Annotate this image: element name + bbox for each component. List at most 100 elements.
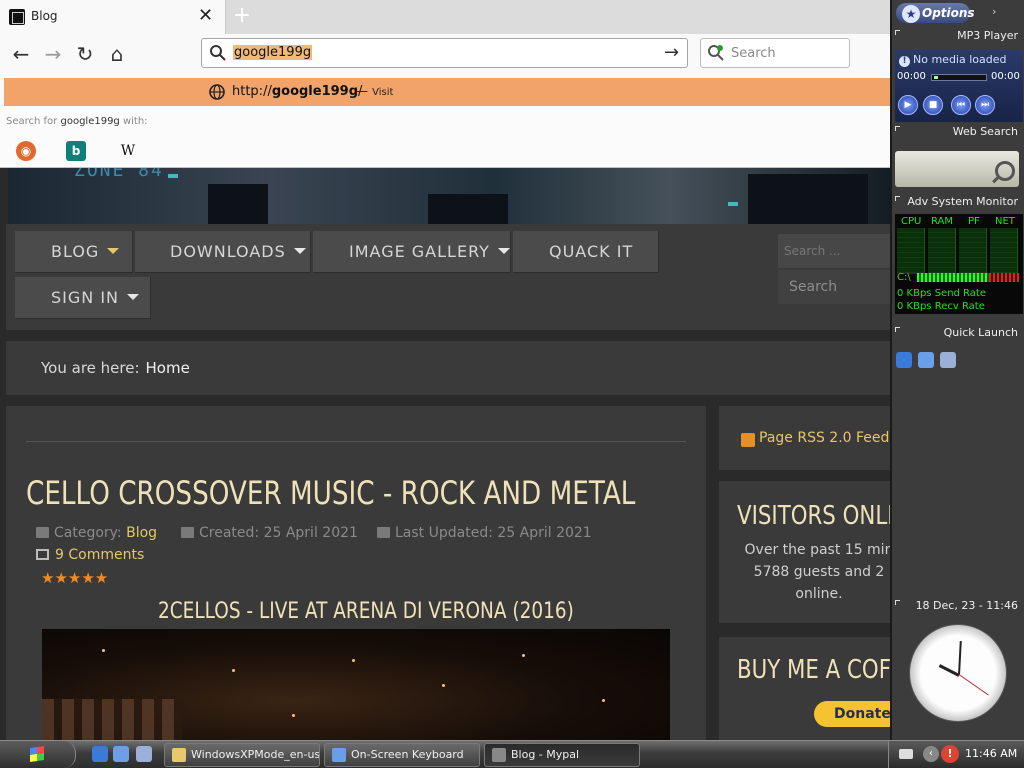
suggestion-url-domain: google199g xyxy=(271,84,359,99)
breadcrumb: You are here: Home xyxy=(6,341,890,395)
menu-item-sign-in[interactable]: SIGN IN xyxy=(15,277,151,319)
ram-graph xyxy=(928,228,956,274)
taskbar-item-blog-mypal[interactable]: Blog - Mypal xyxy=(484,743,640,767)
site-main-menu: BLOG DOWNLOADS IMAGE GALLERY QUACK IT SI… xyxy=(6,224,890,330)
donate-button[interactable]: Donate xyxy=(814,701,890,727)
show-desktop-icon[interactable] xyxy=(940,352,956,368)
drive-label: C:\ xyxy=(897,272,911,283)
browser-search-box[interactable]: Search xyxy=(700,38,850,68)
category-link[interactable]: Blog xyxy=(126,525,157,541)
pf-graph xyxy=(959,228,987,274)
reload-button[interactable]: ↻ xyxy=(71,40,99,68)
rating-stars[interactable]: ★★★★★ xyxy=(41,569,108,587)
site-header-banner: ZONE 84 xyxy=(8,168,890,224)
new-tab-button[interactable]: + xyxy=(230,3,254,29)
mp3-seek-bar[interactable] xyxy=(931,74,987,81)
web-search-title: Web Search xyxy=(952,125,1018,138)
search-icon xyxy=(210,45,226,61)
recv-rate: 0 KBps Recv Rate xyxy=(897,301,985,312)
menu-item-downloads[interactable]: DOWNLOADS xyxy=(135,231,311,273)
taskbar-item-label: Blog - Mypal xyxy=(511,748,580,761)
system-monitor-title: Adv System Monitor xyxy=(907,195,1018,208)
previous-icon[interactable]: ⏮ xyxy=(951,95,971,115)
start-button[interactable] xyxy=(0,741,76,768)
search-with-suffix: with: xyxy=(122,116,148,127)
web-search-box[interactable] xyxy=(895,151,1019,187)
suggestion-url: http://google199g/ xyxy=(232,84,362,99)
ie-secondary-icon[interactable] xyxy=(918,352,934,368)
tab-blog[interactable]: Blog ✕ xyxy=(0,0,226,34)
breadcrumb-home-link[interactable]: Home xyxy=(146,359,190,377)
taskbar-clock[interactable]: 11:46 AM xyxy=(965,747,1017,760)
home-button[interactable]: ⌂ xyxy=(103,40,131,68)
magnifier-icon[interactable] xyxy=(995,161,1015,181)
drive-usage-meter xyxy=(917,273,1019,282)
ram-label: RAM xyxy=(931,216,954,227)
site-search-input[interactable]: Search ... xyxy=(778,234,890,268)
breadcrumb-prefix: You are here: xyxy=(41,359,140,377)
go-arrow-icon[interactable]: → xyxy=(664,42,679,63)
star-icon: ★ xyxy=(902,5,920,23)
back-button[interactable]: ← xyxy=(7,40,35,68)
wikipedia-icon[interactable]: W xyxy=(118,141,138,161)
folder-icon xyxy=(172,748,186,762)
url-bar[interactable]: google199g → xyxy=(201,38,688,68)
site-search-button[interactable]: Search xyxy=(778,270,890,304)
video-light xyxy=(352,659,355,662)
chevron-left-icon[interactable]: ‹ xyxy=(923,746,939,762)
embedded-video[interactable] xyxy=(42,629,670,740)
mp3-status: ! No media loaded xyxy=(899,53,1006,67)
stop-icon[interactable]: ■ xyxy=(923,95,943,115)
taskbar-item-label: On-Screen Keyboard xyxy=(351,748,464,761)
video-light xyxy=(602,699,605,702)
ie-secondary-icon[interactable] xyxy=(113,746,129,762)
mp3-status-text: No media loaded xyxy=(913,53,1007,66)
suggestion-visit: — Visit xyxy=(355,84,393,99)
options-button[interactable]: ★ Options xyxy=(896,3,975,23)
keyboard-tray-icon[interactable] xyxy=(899,749,913,759)
menu-item-quack-it[interactable]: QUACK IT xyxy=(513,231,659,273)
rss-feed-link[interactable]: Page RSS 2.0 Feed xyxy=(759,430,889,446)
chevron-right-icon[interactable]: › xyxy=(992,5,996,18)
comments-link[interactable]: 9 Comments xyxy=(36,547,144,563)
tab-title: Blog xyxy=(31,9,58,23)
site-logo[interactable]: ZONE 84 xyxy=(74,168,164,181)
close-icon[interactable]: ✕ xyxy=(198,6,213,26)
security-alert-icon[interactable]: ! xyxy=(941,745,959,763)
article-title[interactable]: CELLO CROSSOVER MUSIC - ROCK AND METAL xyxy=(26,474,635,512)
buy-me-coffee-box: BUY ME A COFF Donate xyxy=(719,637,890,740)
calendar-icon xyxy=(377,527,390,538)
duckduckgo-icon[interactable]: ◉ xyxy=(16,141,36,161)
options-label: Options xyxy=(922,6,975,20)
gadget-corner xyxy=(895,196,900,201)
comments-count: 9 Comments xyxy=(55,547,145,563)
internet-explorer-icon[interactable] xyxy=(896,352,912,368)
visitors-text: Over the past 15 min 5788 guests and 2 o… xyxy=(719,539,890,605)
taskbar-item-windowsxpmode[interactable]: WindowsXPMode_en-us xyxy=(164,743,320,767)
chevron-down-icon xyxy=(293,247,306,254)
menu-item-image-gallery[interactable]: IMAGE GALLERY xyxy=(313,231,511,273)
play-icon[interactable]: ▶ xyxy=(898,95,918,115)
suggestion-row[interactable]: http://google199g/ — Visit xyxy=(4,78,890,106)
windows-logo-icon xyxy=(30,746,44,762)
gadget-corner xyxy=(895,126,900,131)
internet-explorer-icon[interactable] xyxy=(92,746,108,762)
mp3-player-title: MP3 Player xyxy=(957,29,1018,42)
search-input[interactable]: Search xyxy=(731,46,776,61)
article-updated: Last Updated: 25 April 2021 xyxy=(377,525,592,541)
url-input[interactable]: google199g xyxy=(233,45,313,60)
show-desktop-icon[interactable] xyxy=(136,746,152,762)
divider xyxy=(26,441,686,442)
comment-icon xyxy=(36,549,49,560)
taskbar-item-on-screen-keyboard[interactable]: On-Screen Keyboard xyxy=(324,743,480,767)
rss-feed-box: Page RSS 2.0 Feed xyxy=(719,406,890,470)
bing-icon[interactable]: b xyxy=(66,141,86,161)
folder-icon xyxy=(36,527,49,538)
calendar-icon xyxy=(181,527,194,538)
forward-button[interactable]: → xyxy=(39,40,67,68)
menu-item-blog[interactable]: BLOG xyxy=(15,231,133,273)
video-light xyxy=(442,684,445,687)
next-icon[interactable]: ⏭ xyxy=(975,95,995,115)
suggestion-url-prefix: http:// xyxy=(232,84,272,99)
gadget-corner xyxy=(895,30,900,35)
